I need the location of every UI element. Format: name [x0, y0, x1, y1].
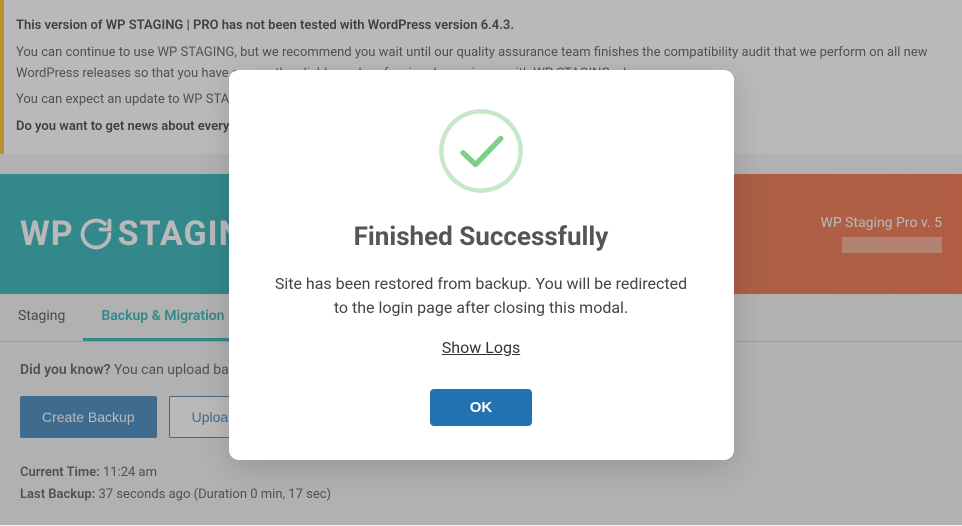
modal-body: Site has been restored from backup. You …	[269, 272, 694, 320]
modal-title: Finished Successfully	[269, 222, 694, 252]
success-check-icon	[436, 106, 526, 196]
ok-button[interactable]: OK	[430, 389, 533, 426]
show-logs-link[interactable]: Show Logs	[442, 338, 520, 357]
modal-overlay[interactable]: Finished Successfully Site has been rest…	[0, 0, 962, 525]
success-modal: Finished Successfully Site has been rest…	[229, 70, 734, 460]
